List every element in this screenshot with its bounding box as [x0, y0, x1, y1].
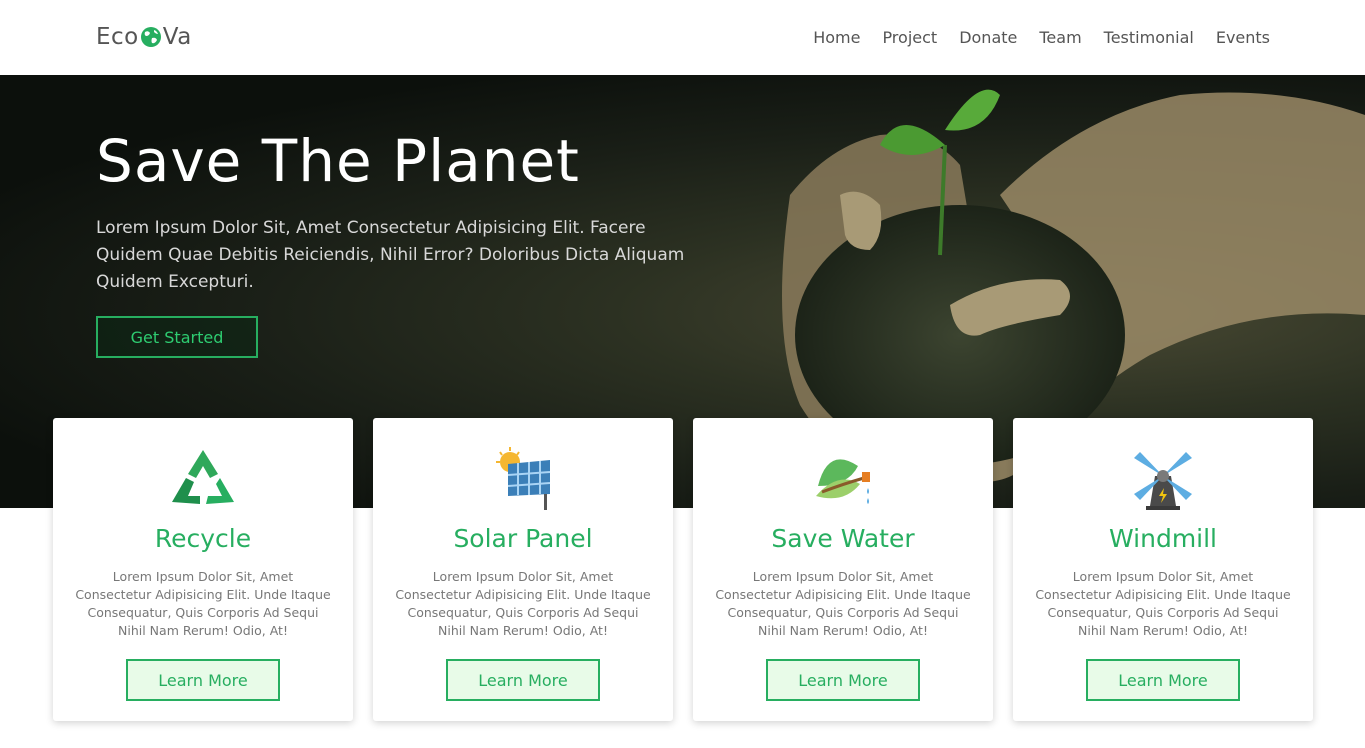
get-started-button[interactable]: Get Started [96, 316, 258, 358]
learn-more-button[interactable]: Learn More [446, 659, 600, 701]
card-text: Lorem Ipsum Dolor Sit, Amet Consectetur … [1035, 569, 1291, 638]
windmill-icon [1134, 452, 1192, 510]
card-title: Save Water [771, 524, 915, 553]
learn-more-button[interactable]: Learn More [1086, 659, 1240, 701]
logo[interactable]: Eco Va [96, 24, 192, 50]
nav-events[interactable]: Events [1216, 28, 1270, 47]
main-nav: Home Project Donate Team Testimonial Eve… [813, 28, 1270, 47]
logo-text-end: Va [162, 24, 192, 50]
site-header: Eco Va Home Project Donate Team Testimon… [0, 0, 1365, 75]
hero-title: Save The Planet [96, 127, 580, 195]
feature-cards: Recycle Lorem Ipsum Dolor Sit, Amet Cons… [53, 418, 1313, 721]
card-title: Recycle [154, 524, 252, 553]
solar-panel-icon [496, 447, 551, 510]
card-title: Solar Panel [453, 524, 593, 553]
card-solar-panel: Solar Panel Lorem Ipsum Dolor Sit, Amet … [373, 418, 673, 721]
card-text: Lorem Ipsum Dolor Sit, Amet Consectetur … [715, 569, 971, 638]
nav-project[interactable]: Project [882, 28, 937, 47]
card-title: Windmill [1108, 524, 1218, 553]
nav-home[interactable]: Home [813, 28, 860, 47]
logo-text-start: Eco [96, 24, 139, 50]
learn-more-button[interactable]: Learn More [766, 659, 920, 701]
card-text: Lorem Ipsum Dolor Sit, Amet Consectetur … [395, 569, 651, 638]
card-recycle: Recycle Lorem Ipsum Dolor Sit, Amet Cons… [53, 418, 353, 721]
recycle-icon [172, 450, 234, 504]
card-text: Lorem Ipsum Dolor Sit, Amet Consectetur … [75, 569, 331, 638]
nav-testimonial[interactable]: Testimonial [1104, 28, 1194, 47]
hero-description: Lorem Ipsum Dolor Sit, Amet Consectetur … [96, 218, 685, 292]
nav-donate[interactable]: Donate [959, 28, 1017, 47]
card-save-water: Save Water Lorem Ipsum Dolor Sit, Amet C… [693, 418, 993, 721]
leaf-water-icon [816, 459, 870, 504]
card-windmill: Windmill Lorem Ipsum Dolor Sit, Amet Con… [1013, 418, 1313, 721]
nav-team[interactable]: Team [1039, 28, 1081, 47]
learn-more-button[interactable]: Learn More [126, 659, 280, 701]
globe-icon [140, 27, 161, 47]
